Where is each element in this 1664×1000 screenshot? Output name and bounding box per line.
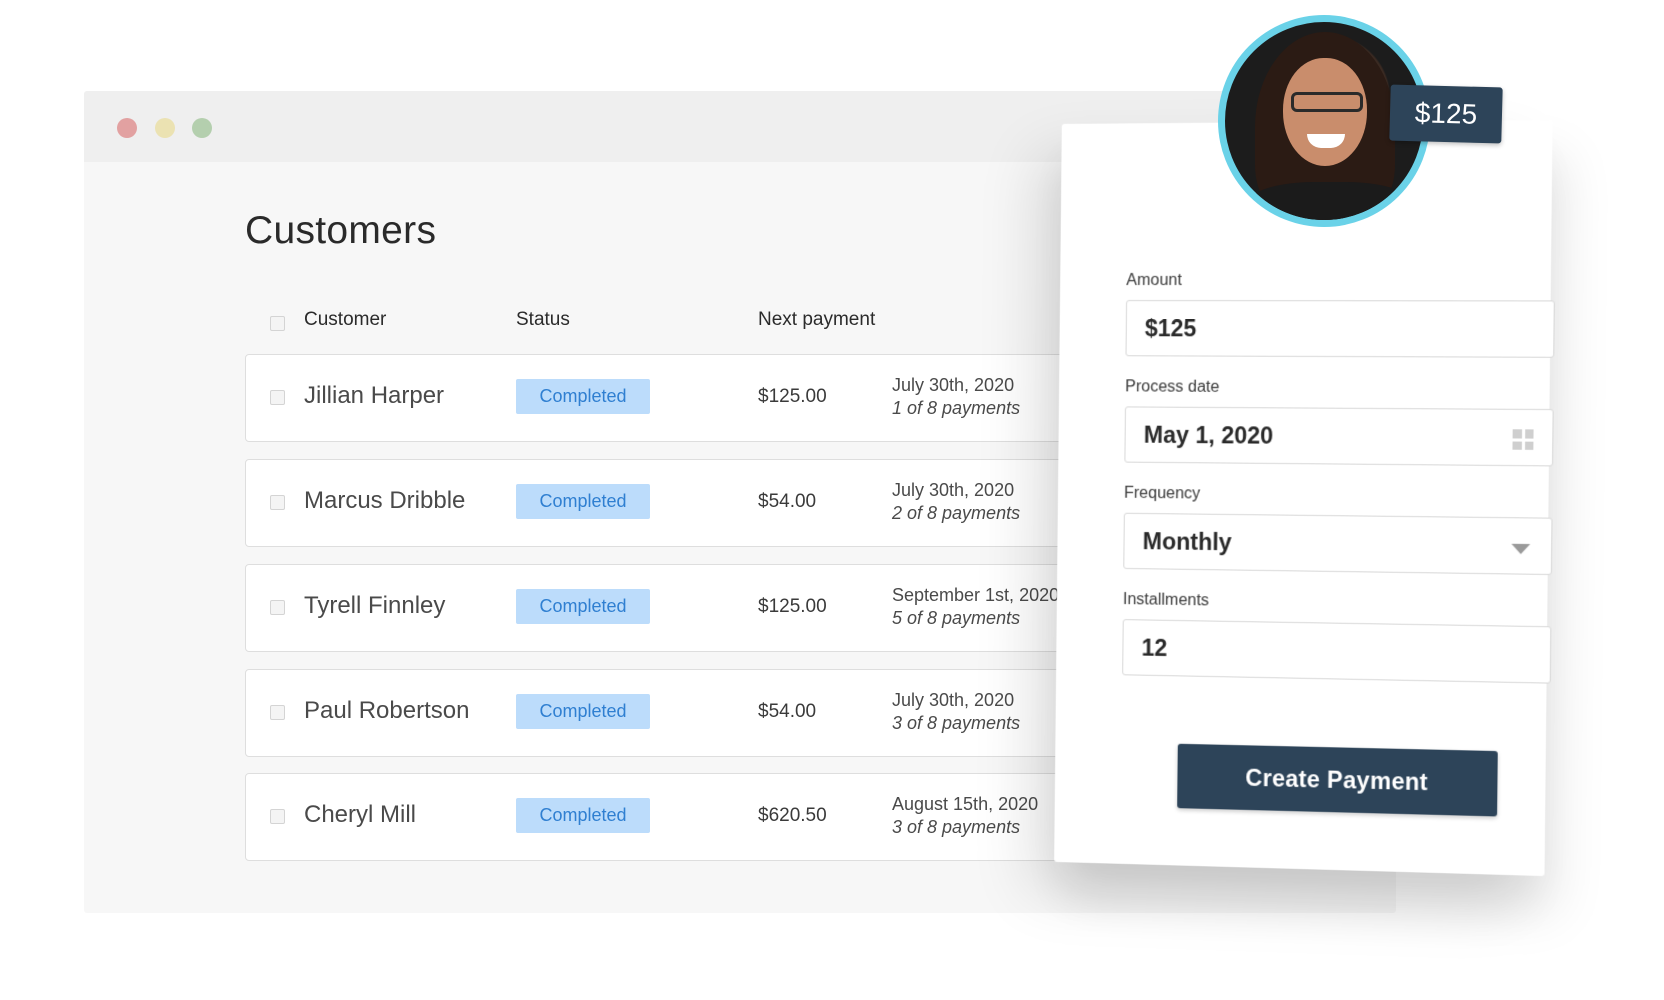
create-payment-button[interactable]: Create Payment	[1177, 743, 1498, 817]
payment-amount: $125.00	[758, 596, 827, 617]
payment-count: 2 of 8 payments	[892, 503, 1021, 523]
table-row[interactable]: Tyrell Finnley Completed $125.00 Septemb…	[245, 564, 1085, 652]
avatar-glasses	[1291, 92, 1363, 112]
next-payment-date: September 1st, 2020	[892, 585, 1060, 605]
payment-count: 3 of 8 payments	[892, 817, 1021, 837]
table-row[interactable]: Jillian Harper Completed $125.00 July 30…	[245, 354, 1085, 442]
customer-name: Cheryl Mill	[304, 801, 417, 828]
frequency-label: Frequency	[1123, 484, 1201, 503]
column-header-next-payment[interactable]: Next payment	[758, 309, 875, 331]
table-row[interactable]: Paul Robertson Completed $54.00 July 30t…	[245, 669, 1085, 757]
avatar-face	[1283, 58, 1367, 166]
payment-count: 1 of 8 payments	[892, 398, 1021, 418]
customer-name: Paul Robertson	[304, 697, 470, 724]
payment-count: 3 of 8 payments	[892, 713, 1021, 733]
row-checkbox[interactable]	[270, 705, 285, 720]
frequency-value: Monthly	[1142, 527, 1232, 555]
customer-name: Tyrell Finnley	[304, 592, 446, 619]
column-header-status[interactable]: Status	[516, 309, 570, 331]
table-row[interactable]: Marcus Dribble Completed $54.00 July 30t…	[245, 459, 1085, 547]
table-header: Customer Status Next payment	[245, 305, 1085, 341]
payment-amount: $54.00	[758, 491, 817, 512]
process-date-value: May 1, 2020	[1143, 421, 1274, 449]
minimize-window-button[interactable]	[155, 118, 175, 138]
status-badge: Completed	[516, 484, 650, 519]
column-header-customer[interactable]: Customer	[304, 309, 386, 331]
next-payment-date: July 30th, 2020	[892, 375, 1015, 395]
amount-value: $125	[1144, 314, 1197, 341]
process-date-input[interactable]: May 1, 2020	[1124, 406, 1554, 467]
close-window-button[interactable]	[117, 118, 137, 138]
frequency-select[interactable]: Monthly	[1123, 512, 1553, 576]
payment-amount: $54.00	[758, 701, 817, 722]
customer-name: Jillian Harper	[304, 382, 445, 409]
chevron-down-icon[interactable]	[1511, 543, 1531, 555]
customer-name: Marcus Dribble	[304, 487, 466, 514]
installments-label: Installments	[1122, 591, 1210, 610]
table-row[interactable]: Cheryl Mill Completed $620.50 August 15t…	[245, 773, 1085, 861]
amount-input[interactable]: $125	[1125, 300, 1555, 358]
payment-amount: $620.50	[758, 805, 827, 826]
amount-label: Amount	[1126, 271, 1182, 290]
row-checkbox[interactable]	[270, 390, 285, 405]
payment-amount: $125.00	[758, 386, 827, 407]
maximize-window-button[interactable]	[192, 118, 212, 138]
payment-count: 5 of 8 payments	[892, 608, 1021, 628]
price-tag-badge: $125	[1389, 84, 1503, 144]
row-checkbox[interactable]	[270, 495, 285, 510]
row-checkbox[interactable]	[270, 600, 285, 615]
calendar-grid-icon[interactable]	[1512, 429, 1534, 450]
installments-input[interactable]: 12	[1122, 619, 1552, 684]
status-badge: Completed	[516, 694, 650, 729]
page-title: Customers	[245, 209, 437, 252]
select-all-checkbox[interactable]	[270, 316, 285, 331]
row-checkbox[interactable]	[270, 809, 285, 824]
next-payment-date: July 30th, 2020	[892, 480, 1015, 500]
next-payment-date: July 30th, 2020	[892, 690, 1015, 710]
status-badge: Completed	[516, 798, 650, 833]
payment-form-card: Amount $125 Process date May 1, 2020 Fre…	[1054, 120, 1555, 877]
installments-value: 12	[1141, 633, 1168, 661]
process-date-label: Process date	[1125, 378, 1220, 396]
status-badge: Completed	[516, 589, 650, 624]
next-payment-date: August 15th, 2020	[892, 794, 1039, 814]
status-badge: Completed	[516, 379, 650, 414]
